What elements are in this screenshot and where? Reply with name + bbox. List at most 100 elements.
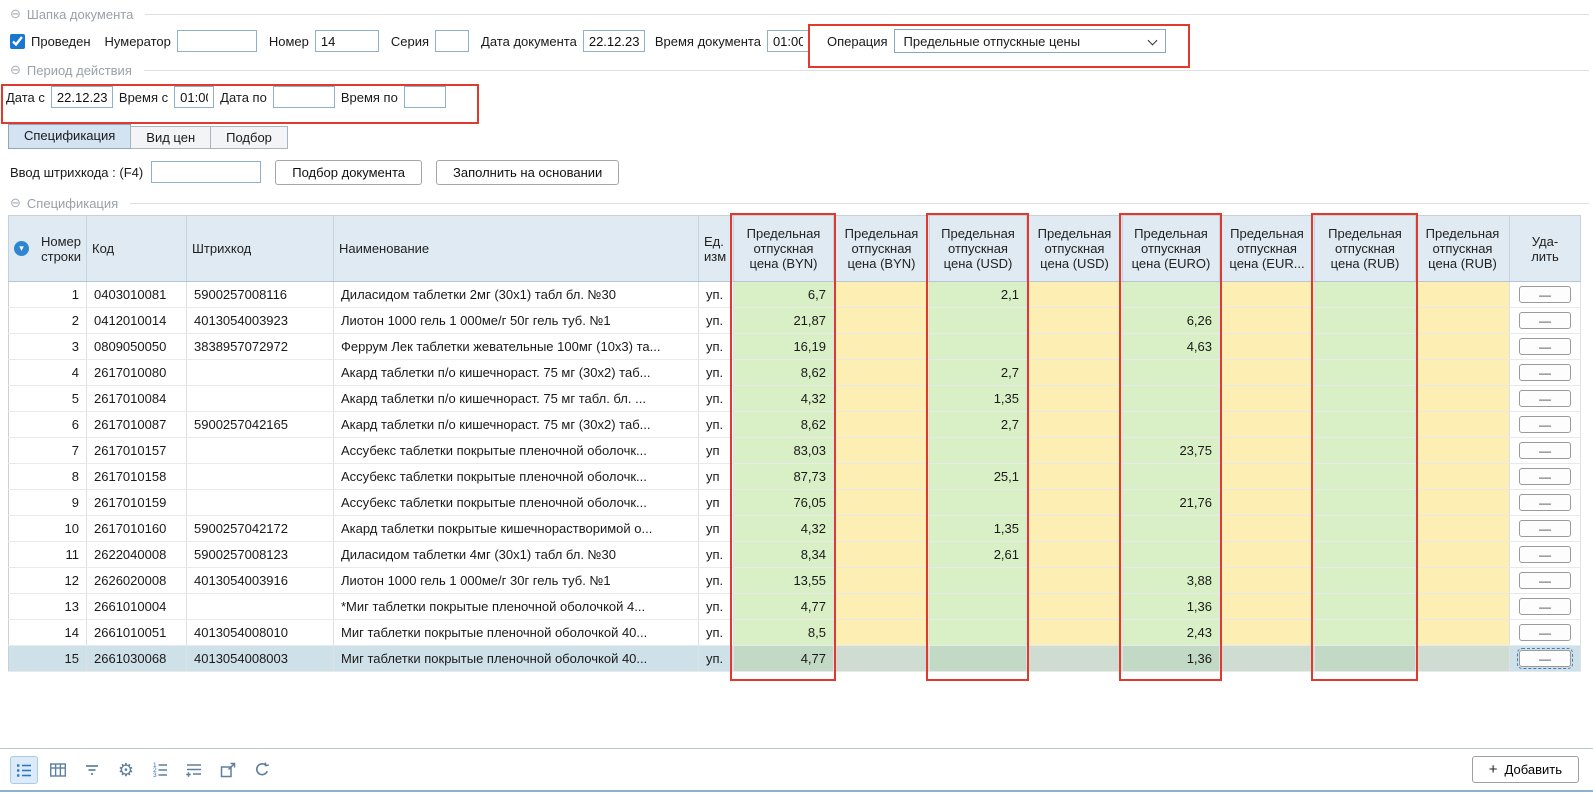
refresh-icon[interactable]	[248, 756, 276, 784]
add-row-button[interactable]: + Добавить	[1472, 756, 1579, 783]
barcode-input[interactable]	[151, 161, 261, 183]
cell-byn_g[interactable]: 4,32	[734, 516, 834, 542]
cell-eur_y[interactable]	[1220, 516, 1315, 542]
cell-n[interactable]: 9	[9, 490, 87, 516]
tab-specifikaciya[interactable]: Спецификация	[8, 124, 131, 149]
cell-rub_y[interactable]	[1416, 620, 1510, 646]
collapse-icon[interactable]: ⊖	[10, 6, 21, 22]
cell-byn_g[interactable]: 6,7	[734, 282, 834, 308]
cell-rub_g[interactable]	[1315, 646, 1416, 672]
cell-byn_g[interactable]: 13,55	[734, 568, 834, 594]
cell-byn_g[interactable]: 21,87	[734, 308, 834, 334]
delete-row-button[interactable]: —	[1519, 494, 1571, 511]
cell-byn_y[interactable]	[834, 334, 930, 360]
cell-eur_g[interactable]: 2,43	[1123, 620, 1220, 646]
delete-row-button[interactable]: —	[1519, 468, 1571, 485]
cell-code[interactable]: 2617010084	[87, 386, 187, 412]
cell-byn_y[interactable]	[834, 386, 930, 412]
column-header-code[interactable]: Код	[87, 216, 187, 282]
delete-row-button[interactable]: —	[1519, 624, 1571, 641]
cell-unit[interactable]: уп	[699, 438, 734, 464]
cell-rub_g[interactable]	[1315, 412, 1416, 438]
delete-row-button[interactable]: —	[1519, 520, 1571, 537]
column-header-eur_g[interactable]: Предельная отпускная цена (EURO)	[1123, 216, 1220, 282]
delete-row-button[interactable]: —	[1519, 312, 1571, 329]
cell-barcode[interactable]	[187, 594, 334, 620]
fill-from-basis-button[interactable]: Заполнить на основании	[436, 160, 619, 185]
cell-n[interactable]: 8	[9, 464, 87, 490]
cell-rub_y[interactable]	[1416, 308, 1510, 334]
cell-unit[interactable]: уп	[699, 516, 734, 542]
cell-rub_y[interactable]	[1416, 490, 1510, 516]
cell-rub_y[interactable]	[1416, 542, 1510, 568]
pick-document-button[interactable]: Подбор документа	[275, 160, 422, 185]
cell-name[interactable]: Ассубекс таблетки покрытые пленочной обо…	[334, 464, 699, 490]
cell-barcode[interactable]	[187, 360, 334, 386]
delete-row-button[interactable]: —	[1519, 650, 1571, 667]
date-to-input[interactable]	[273, 86, 335, 108]
cell-eur_g[interactable]: 6,26	[1123, 308, 1220, 334]
filter-icon[interactable]	[78, 756, 106, 784]
table-row[interactable]: 132661010004*Миг таблетки покрытые плено…	[9, 594, 1581, 620]
cell-eur_g[interactable]	[1123, 516, 1220, 542]
cell-eur_y[interactable]	[1220, 620, 1315, 646]
cell-unit[interactable]: уп.	[699, 568, 734, 594]
cell-byn_y[interactable]	[834, 360, 930, 386]
tab-vid-cen[interactable]: Вид цен	[130, 126, 211, 149]
cell-rub_y[interactable]	[1416, 386, 1510, 412]
cell-byn_g[interactable]: 16,19	[734, 334, 834, 360]
cell-byn_y[interactable]	[834, 464, 930, 490]
column-header-usd_g[interactable]: Предельная отпускная цена (USD)	[930, 216, 1027, 282]
cell-eur_g[interactable]	[1123, 542, 1220, 568]
cell-usd_g[interactable]	[930, 646, 1027, 672]
sort-icon[interactable]: ▾	[14, 241, 29, 256]
cell-eur_y[interactable]	[1220, 438, 1315, 464]
cell-barcode[interactable]: 4013054003916	[187, 568, 334, 594]
cell-usd_g[interactable]	[930, 438, 1027, 464]
cell-n[interactable]: 4	[9, 360, 87, 386]
cell-usd_y[interactable]	[1027, 438, 1123, 464]
cell-name[interactable]: Лиотон 1000 гель 1 000ме/г 30г гель туб.…	[334, 568, 699, 594]
cell-eur_y[interactable]	[1220, 646, 1315, 672]
cell-eur_g[interactable]: 21,76	[1123, 490, 1220, 516]
table-row[interactable]: 1126220400085900257008123Диласидом табле…	[9, 542, 1581, 568]
cell-byn_y[interactable]	[834, 308, 930, 334]
cell-n[interactable]: 11	[9, 542, 87, 568]
cell-usd_g[interactable]: 1,35	[930, 516, 1027, 542]
cell-barcode[interactable]	[187, 464, 334, 490]
series-input[interactable]	[435, 30, 469, 52]
cell-rub_y[interactable]	[1416, 282, 1510, 308]
cell-eur_g[interactable]	[1123, 412, 1220, 438]
cell-barcode[interactable]	[187, 490, 334, 516]
cell-rub_y[interactable]	[1416, 646, 1510, 672]
numbered-list-icon[interactable]: 123	[146, 756, 174, 784]
cell-usd_y[interactable]	[1027, 308, 1123, 334]
cell-eur_y[interactable]	[1220, 594, 1315, 620]
cell-unit[interactable]: уп.	[699, 646, 734, 672]
cell-code[interactable]: 2617010087	[87, 412, 187, 438]
cell-usd_g[interactable]: 2,1	[930, 282, 1027, 308]
cell-eur_y[interactable]	[1220, 464, 1315, 490]
cell-name[interactable]: Диласидом таблетки 2мг (30х1) табл бл. №…	[334, 282, 699, 308]
cell-eur_g[interactable]	[1123, 360, 1220, 386]
cell-rub_y[interactable]	[1416, 594, 1510, 620]
cell-usd_g[interactable]	[930, 308, 1027, 334]
cell-unit[interactable]: уп.	[699, 386, 734, 412]
cell-usd_y[interactable]	[1027, 516, 1123, 542]
cell-code[interactable]: 2617010159	[87, 490, 187, 516]
cell-name[interactable]: Акард таблетки покрытые кишечнорастворим…	[334, 516, 699, 542]
table-row[interactable]: 104030100815900257008116Диласидом таблет…	[9, 282, 1581, 308]
delete-row-button[interactable]: —	[1519, 598, 1571, 615]
cell-barcode[interactable]: 4013054008010	[187, 620, 334, 646]
delete-row-button[interactable]: —	[1519, 338, 1571, 355]
cell-n[interactable]: 2	[9, 308, 87, 334]
cell-rub_g[interactable]	[1315, 542, 1416, 568]
cell-eur_y[interactable]	[1220, 542, 1315, 568]
cell-code[interactable]: 2617010160	[87, 516, 187, 542]
table-row[interactable]: 626170100875900257042165Акард таблетки п…	[9, 412, 1581, 438]
cell-unit[interactable]: уп	[699, 490, 734, 516]
cell-name[interactable]: Акард таблетки п/о кишечнораст. 75 мг (3…	[334, 360, 699, 386]
detail-view-icon[interactable]	[10, 756, 38, 784]
cell-eur_g[interactable]: 1,36	[1123, 646, 1220, 672]
table-row[interactable]: 204120100144013054003923Лиотон 1000 гель…	[9, 308, 1581, 334]
